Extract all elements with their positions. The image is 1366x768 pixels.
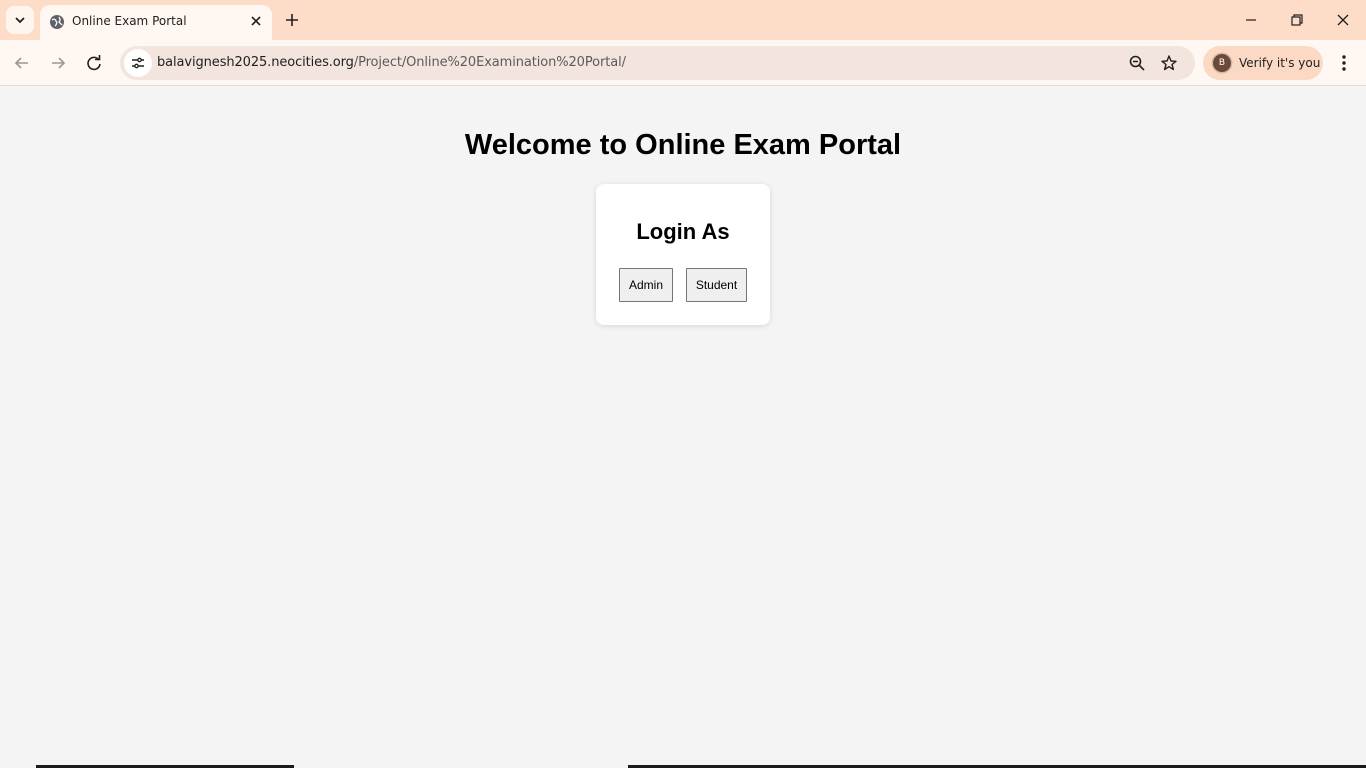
url-text[interactable]: balavignesh2025.neocities.org/Project/On…	[157, 55, 626, 70]
site-info-icon	[132, 57, 144, 69]
login-heading: Login As	[636, 219, 730, 244]
tab-strip: Online Exam Portal	[0, 0, 1366, 40]
reload-icon[interactable]	[83, 52, 105, 74]
chevron-down-icon	[15, 17, 25, 24]
verify-profile-button[interactable]: B Verify it's you	[1203, 46, 1323, 80]
browser-toolbar: balavignesh2025.neocities.org/Project/On…	[0, 40, 1366, 86]
address-bar[interactable]: balavignesh2025.neocities.org/Project/On…	[120, 46, 1195, 80]
url-path: /Project/Online%20Examination%20Portal/	[353, 55, 626, 70]
login-card: Login As Admin Student	[596, 184, 770, 325]
tab-title: Online Exam Portal	[72, 14, 187, 28]
plus-icon[interactable]	[283, 11, 301, 29]
page-content: Welcome to Online Exam Portal Login As A…	[0, 87, 1366, 768]
zoom-icon[interactable]	[1128, 54, 1146, 72]
admin-button[interactable]: Admin	[619, 268, 673, 302]
active-tab[interactable]: Online Exam Portal	[40, 5, 272, 40]
site-info-button[interactable]	[124, 49, 152, 77]
close-icon[interactable]	[248, 13, 264, 29]
globe-icon	[50, 15, 64, 29]
close-window-icon[interactable]	[1333, 10, 1353, 30]
forward-icon[interactable]	[47, 52, 69, 74]
verify-label: Verify it's you	[1239, 56, 1321, 70]
back-icon[interactable]	[11, 52, 33, 74]
avatar: B	[1213, 54, 1231, 72]
page-title: Welcome to Online Exam Portal	[464, 129, 902, 161]
tab-search-button[interactable]	[6, 6, 34, 34]
restore-icon[interactable]	[1287, 10, 1307, 30]
student-button[interactable]: Student	[686, 268, 747, 302]
url-host: balavignesh2025.neocities.org	[157, 55, 354, 70]
star-icon[interactable]	[1160, 54, 1178, 72]
kebab-menu-icon[interactable]	[1334, 52, 1354, 74]
minimize-icon[interactable]	[1241, 10, 1261, 30]
